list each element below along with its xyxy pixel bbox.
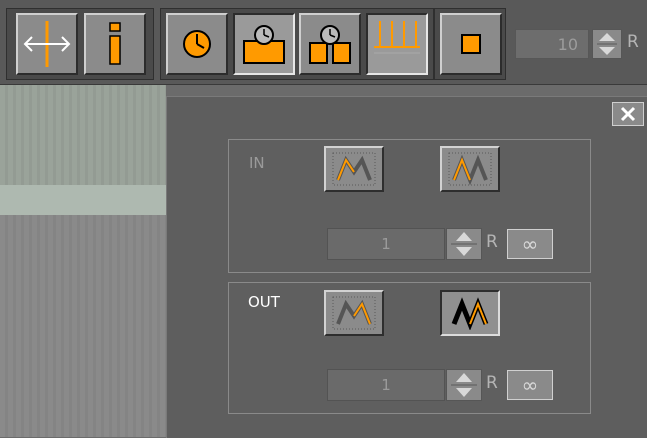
out-repeat-spinner[interactable]: [446, 369, 482, 401]
square-icon: [461, 34, 481, 54]
ease-single-curve-icon: [332, 152, 376, 186]
width-toggle-button[interactable]: [16, 13, 78, 75]
out-ease-double-button[interactable]: [440, 290, 500, 336]
in-ease-button[interactable]: [324, 146, 384, 192]
info-button[interactable]: [84, 13, 146, 75]
in-infinity-button[interactable]: ∞: [507, 229, 553, 259]
in-ease-double-button[interactable]: [440, 146, 500, 192]
resize-horizontal-icon: [23, 21, 71, 67]
in-label: IN: [249, 154, 265, 172]
out-infinity-button[interactable]: ∞: [507, 370, 553, 400]
spinner-arrows-icon: [451, 232, 477, 256]
ease-double-curve-icon: [448, 152, 492, 186]
close-icon: [620, 106, 636, 122]
out-label: OUT: [248, 293, 280, 311]
clock-split-icon: [309, 25, 351, 64]
stop-button[interactable]: [440, 13, 502, 75]
split-clock-button[interactable]: [299, 13, 361, 75]
spinner-arrows-icon: [597, 33, 617, 55]
close-button[interactable]: [612, 102, 644, 126]
in-r-label[interactable]: R: [486, 232, 498, 252]
spinner-arrows-icon: [451, 373, 477, 397]
in-repeat-spinner[interactable]: [446, 228, 482, 260]
toolbar-r-label[interactable]: R: [627, 32, 639, 52]
out-ease-button[interactable]: [324, 290, 384, 336]
in-repeat-field[interactable]: 1: [327, 228, 445, 260]
out-r-label[interactable]: R: [486, 373, 498, 393]
single-clock-button[interactable]: [233, 13, 295, 75]
info-icon: [109, 22, 121, 65]
clock-button[interactable]: [166, 13, 228, 75]
left-list-header: [0, 85, 166, 185]
left-list-selected-row[interactable]: [0, 185, 166, 215]
timeline-icon: [374, 21, 420, 54]
ease-single-curve-icon: [332, 296, 376, 330]
ease-double-curve-icon: [451, 297, 489, 330]
toolbar-spinner[interactable]: [592, 29, 622, 59]
clock-icon: [183, 30, 211, 58]
timeline-button[interactable]: [366, 13, 428, 75]
toolbar: 10 R: [0, 0, 647, 85]
clock-block-icon: [243, 25, 285, 64]
toolbar-number-field[interactable]: 10: [515, 29, 589, 59]
out-repeat-field[interactable]: 1: [327, 369, 445, 401]
